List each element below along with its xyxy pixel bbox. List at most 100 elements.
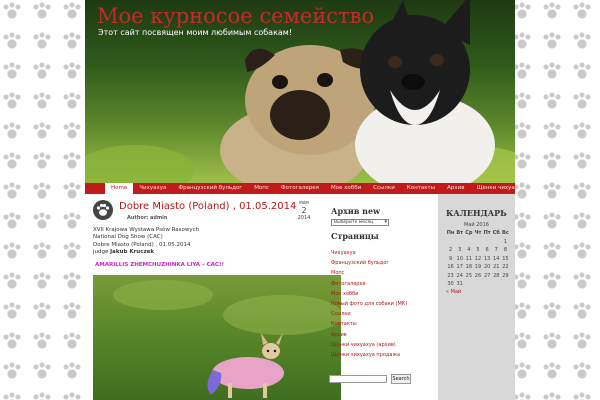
- nav-item-contacts[interactable]: Контакты: [401, 183, 441, 194]
- post-highlight: AMARILLIS ZHEMCHUZHINKA LIYA – CAC!!: [95, 262, 224, 268]
- calendar-day: 23: [447, 272, 454, 279]
- calendar-day: 19: [474, 264, 482, 270]
- page-link[interactable]: Французский бульдог: [331, 258, 431, 268]
- calendar-day: 4: [467, 247, 471, 253]
- page-link[interactable]: Архив: [331, 330, 431, 340]
- calendar-weekday: Вс: [502, 230, 509, 236]
- calendar-day: 3: [458, 247, 462, 253]
- calendar-day: 10: [456, 255, 463, 262]
- archive-select-value: Выберите месяц: [334, 220, 374, 225]
- calendar-month: Май 2016: [464, 222, 489, 228]
- sidebar-middle: Архив new Выберите месяц Страницы Чихуах…: [325, 194, 425, 400]
- pages-list: Чихуахуа Французский бульдог Мопс Фотога…: [331, 248, 431, 360]
- nav-item-links[interactable]: Ссылки: [367, 183, 401, 194]
- post-date: мая 2 2014: [293, 200, 315, 221]
- calendar-weekday: Пт: [483, 230, 491, 236]
- main-navigation: Home Чихуахуа Французский бульдог Мопс Ф…: [85, 183, 515, 194]
- calendar-day: 27: [483, 272, 491, 279]
- calendar-grid: Пн Вт Ср Чт Пт Сб Вс 1 2 3 4 5 6 7 8 9 10 11 12 13 14 15 16 17 1…: [446, 229, 510, 289]
- calendar-day: 1: [503, 238, 508, 245]
- post-title[interactable]: Dobre Miasto (Poland) , 01.05.2014: [119, 201, 296, 212]
- page-link[interactable]: Чихуахуа: [331, 248, 431, 258]
- calendar-title: КАЛЕНДАРЬ: [446, 208, 507, 218]
- post-photo[interactable]: [93, 275, 341, 400]
- page-link[interactable]: Щенки чихуахуа продажа: [331, 350, 431, 360]
- page-link[interactable]: Мопс: [331, 268, 431, 278]
- calendar-weekday: Ср: [465, 230, 473, 236]
- calendar-day: 6: [485, 247, 489, 253]
- nav-item-puppies-sale[interactable]: Щенки чихуахуа продажа: [470, 183, 515, 194]
- post-judge-prefix: judge: [93, 249, 109, 256]
- post-line: XVII Krajowa Wystawa Psów Rasowych: [93, 227, 200, 233]
- nav-item-gallery[interactable]: Фотогалерея: [275, 183, 325, 194]
- calendar-day: [464, 238, 473, 247]
- calendar-day: [464, 280, 473, 289]
- calendar-day: 22: [502, 264, 509, 270]
- calendar-day: [455, 238, 464, 247]
- post-judge: judge Jakub Kruczek: [93, 249, 313, 256]
- calendar-day: [492, 238, 501, 247]
- calendar-day: 21: [493, 264, 500, 270]
- calendar-day: 15: [502, 255, 509, 262]
- calendar-day: [473, 238, 482, 247]
- calendar-day: [492, 280, 501, 289]
- nav-item-archive[interactable]: Архив: [441, 183, 470, 194]
- calendar-day: 25: [465, 272, 473, 279]
- nav-item-chihuahua[interactable]: Чихуахуа: [133, 183, 172, 194]
- calendar-day: [473, 280, 482, 289]
- paw-icon: [93, 200, 113, 220]
- calendar-day: 7: [494, 247, 498, 253]
- calendar-weekday: Вт: [456, 230, 464, 236]
- calendar-day: 13: [483, 255, 491, 262]
- search-button[interactable]: Search: [391, 374, 411, 384]
- calendar-day: 17: [456, 264, 463, 270]
- page-link[interactable]: Контакты: [331, 319, 431, 329]
- page-link[interactable]: Ссылки: [331, 309, 431, 319]
- calendar-day: 20: [483, 264, 491, 270]
- calendar-day: 5: [476, 247, 480, 253]
- calendar-day: 28: [493, 272, 500, 279]
- calendar-day: 2: [448, 247, 453, 253]
- main-content: Dobre Miasto (Poland) , 01.05.2014 Autho…: [85, 194, 341, 400]
- calendar-day: 29: [502, 272, 509, 279]
- post-judge-name: Jakub Kruczek: [110, 249, 155, 256]
- calendar-day: 8: [503, 247, 508, 253]
- nav-item-hobby[interactable]: Мое хобби: [325, 183, 367, 194]
- calendar-day: [501, 280, 510, 289]
- nav-item-home[interactable]: Home: [105, 183, 134, 194]
- archive-title: Архив new: [331, 206, 380, 216]
- calendar-day: 16: [447, 264, 454, 270]
- calendar-day: 11: [465, 255, 473, 262]
- page-container: Мое курносое семейство Этот сайт посвяще…: [85, 0, 515, 400]
- post-header: Dobre Miasto (Poland) , 01.05.2014 Autho…: [93, 200, 313, 222]
- calendar-day: 9: [448, 255, 453, 262]
- site-title[interactable]: Мое курносое семейство: [97, 4, 374, 28]
- search-input[interactable]: [329, 375, 387, 383]
- page-link[interactable]: Фотогалерея: [331, 279, 431, 289]
- page-link[interactable]: Щенки чихуахуа (архив): [331, 340, 431, 350]
- page-link[interactable]: Новый фото для собаки (МК): [331, 299, 431, 309]
- calendar-day: 24: [456, 272, 463, 279]
- calendar-day: 31: [456, 281, 463, 287]
- calendar-weekday: Сб: [492, 230, 500, 236]
- post-date-day: 2: [301, 206, 307, 215]
- post-date-year: 2014: [297, 215, 311, 221]
- calendar-day: 12: [474, 255, 482, 262]
- calendar-day: [483, 238, 492, 247]
- calendar-prev-link[interactable]: « Май: [446, 289, 461, 295]
- calendar-day: 26: [474, 272, 482, 279]
- calendar-weekday: Пн: [446, 230, 455, 236]
- nav-item-french-bulldog[interactable]: Французский бульдог: [172, 183, 248, 194]
- sidebar-calendar: КАЛЕНДАРЬ Май 2016 Пн Вт Ср Чт Пт Сб Вс 1 2 3 4 5 6 7…: [438, 194, 515, 400]
- calendar-day: [446, 238, 455, 247]
- archive-month-select[interactable]: Выберите месяц: [331, 219, 389, 226]
- post-author: Author: admin: [127, 215, 168, 221]
- page-link[interactable]: Мое хобби: [331, 289, 431, 299]
- calendar-day: [483, 280, 492, 289]
- post-line: National Dog Show (CAC): [93, 234, 163, 241]
- calendar-day: 30: [447, 281, 454, 287]
- site-description: Этот сайт посвящен моим любимым собакам!: [98, 28, 293, 37]
- site-header: Мое курносое семейство Этот сайт посвяще…: [85, 0, 515, 183]
- nav-item-pug[interactable]: Мопс: [248, 183, 275, 194]
- calendar-day: 18: [465, 264, 473, 270]
